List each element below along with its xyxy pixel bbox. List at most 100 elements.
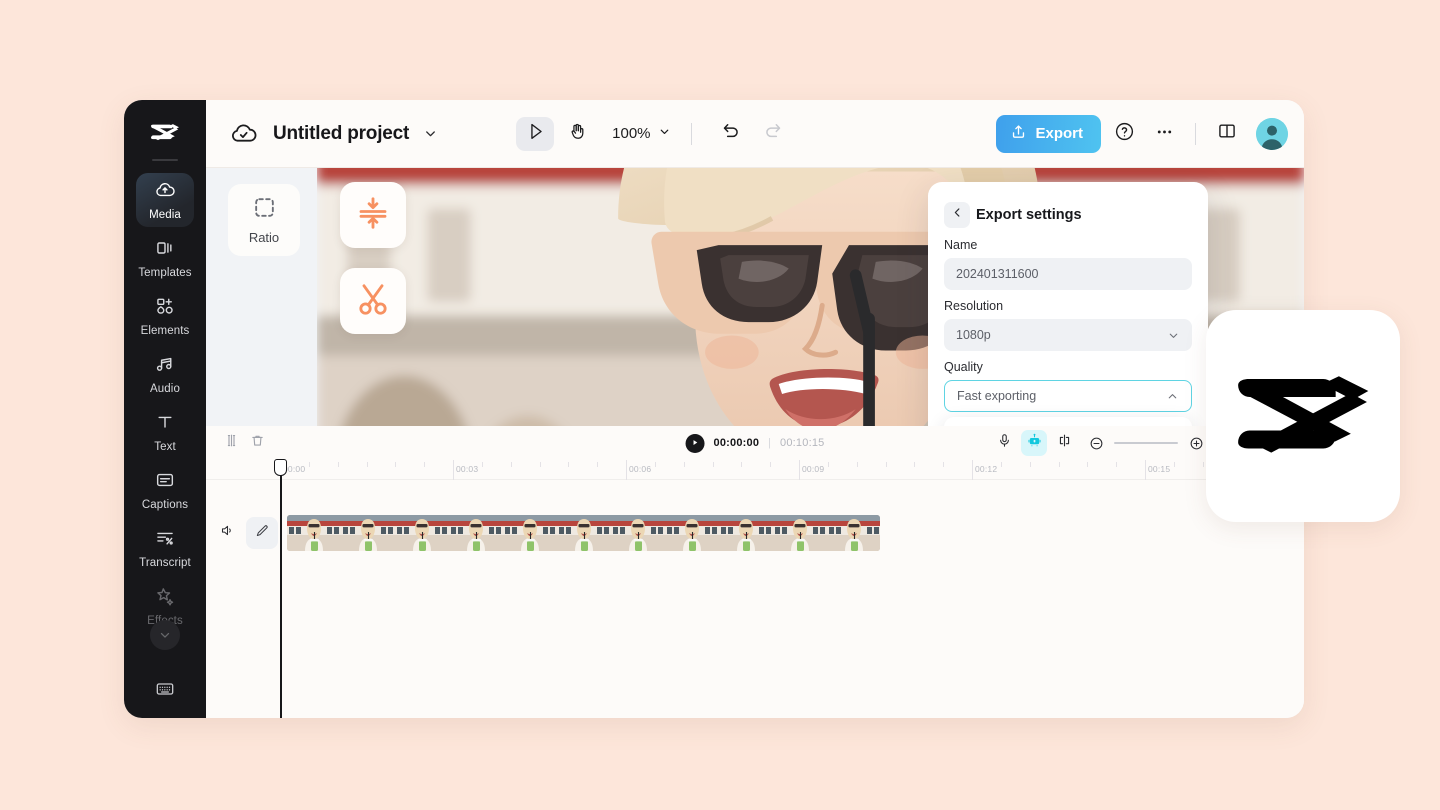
clip-thumbnail <box>827 515 880 551</box>
templates-icon <box>155 238 175 263</box>
header-divider-2 <box>1195 122 1196 145</box>
hand-tool-button[interactable] <box>558 117 596 151</box>
ruler-minor-tick <box>395 462 397 467</box>
ruler-minor-tick <box>943 462 945 467</box>
video-clip[interactable] <box>287 515 880 551</box>
sidebar-collapse-button[interactable] <box>150 620 180 650</box>
text-t-icon <box>155 412 175 437</box>
split-panel-icon <box>1217 121 1237 146</box>
captions-icon <box>155 470 175 495</box>
microphone-icon <box>997 433 1012 453</box>
playhead[interactable] <box>274 459 287 718</box>
play-triangle-icon <box>691 434 700 452</box>
export-button[interactable]: Export <box>996 114 1101 153</box>
ai-robot-icon <box>1027 433 1042 453</box>
mute-track-button[interactable] <box>214 520 240 546</box>
main-column: Untitled project 100% Export Ratio Expor… <box>206 100 1304 718</box>
sidebar-item-text[interactable]: Text <box>136 405 194 459</box>
play-button[interactable] <box>685 433 705 453</box>
question-circle-icon <box>1114 121 1135 147</box>
ruler-major-tick <box>626 460 627 480</box>
page-title: Untitled project <box>273 122 410 144</box>
ruler-minor-tick <box>510 462 512 467</box>
speaker-icon <box>220 523 235 543</box>
ruler-label: 00:03 <box>456 464 479 474</box>
resolution-select[interactable]: 1080p <box>944 319 1192 351</box>
playback-controls: 00:00:00 | 00:10:15 <box>685 433 825 453</box>
timeline-toolbar: 00:00:00 | 00:10:15 <box>206 426 1304 460</box>
ruler-minor-tick <box>885 462 887 467</box>
ruler-label: 00:12 <box>975 464 998 474</box>
quality-value: Fast exporting <box>957 389 1037 403</box>
cut-tool-button[interactable] <box>340 268 406 334</box>
ruler-minor-tick <box>337 462 339 467</box>
chevron-down-icon <box>1167 329 1180 342</box>
sidebar-item-elements[interactable]: Elements <box>136 289 194 343</box>
sidebar-item-transcript[interactable]: Transcript <box>136 521 194 575</box>
sidebar-item-label: Templates <box>138 266 192 279</box>
layout-toggle-button[interactable] <box>1210 117 1244 151</box>
user-avatar[interactable] <box>1256 117 1288 150</box>
timeline-ruler[interactable]: 00:00 00:03 00:06 00:09 00:12 00:15 <box>206 460 1304 480</box>
dashed-square-icon <box>252 195 277 225</box>
cloud-upload-icon <box>155 180 175 205</box>
sidebar-item-media[interactable]: Media <box>136 173 194 227</box>
sidebar-divider <box>152 159 178 161</box>
select-tool-button[interactable] <box>516 116 555 151</box>
ruler-major-tick <box>1145 460 1146 480</box>
sidebar-item-effects[interactable]: Effects <box>136 579 194 650</box>
record-voiceover-button[interactable] <box>991 430 1017 456</box>
split-tool-button[interactable] <box>1051 430 1077 456</box>
quality-option-high[interactable]: High quality <box>944 423 1192 426</box>
name-input[interactable]: 202401311600 <box>944 258 1192 290</box>
sidebar-item-captions[interactable]: Captions <box>136 463 194 517</box>
delete-clip-button[interactable] <box>244 430 270 456</box>
capcut-app-window: Media Templates Elements Audio Text Capt… <box>124 100 1304 718</box>
top-header: Untitled project 100% Export <box>206 100 1304 168</box>
clip-thumbnail <box>557 515 611 551</box>
redo-arrow-icon <box>763 121 783 146</box>
ruler-minor-tick <box>366 462 368 467</box>
cloud-check-icon[interactable] <box>230 120 257 147</box>
ruler-label: 00:00 <box>283 464 306 474</box>
resolution-value: 1080p <box>956 328 991 342</box>
sidebar-item-label: Captions <box>141 498 189 511</box>
fit-to-frame-tool-button[interactable] <box>340 182 406 248</box>
quality-select[interactable]: Fast exporting <box>944 380 1192 412</box>
ratio-button[interactable]: Ratio <box>228 184 300 256</box>
sidebar-item-templates[interactable]: Templates <box>136 231 194 285</box>
split-bracket-icon <box>1057 433 1072 453</box>
header-right: Export <box>996 114 1288 153</box>
more-options-button[interactable] <box>1147 117 1181 151</box>
chevron-down-icon[interactable] <box>423 126 438 141</box>
ruler-minor-tick <box>1202 462 1204 467</box>
zoom-slider-track[interactable] <box>1114 442 1178 444</box>
split-clip-button[interactable] <box>218 430 244 456</box>
redo-button[interactable] <box>754 117 792 151</box>
header-divider <box>690 122 692 145</box>
sidebar-item-label: Audio <box>150 382 180 395</box>
capcut-logo-icon[interactable] <box>150 120 180 149</box>
chevron-down-icon <box>658 125 671 142</box>
ruler-major-tick <box>799 460 800 480</box>
preview-stage: Ratio Export settings Name 202401311600 … <box>206 168 1304 426</box>
timeline[interactable]: 00:00 00:03 00:06 00:09 00:12 00:15 <box>206 459 1304 718</box>
auto-captions-button[interactable] <box>1021 430 1047 456</box>
back-button[interactable] <box>944 202 970 228</box>
help-button[interactable] <box>1107 117 1141 151</box>
sidebar-item-audio[interactable]: Audio <box>136 347 194 401</box>
time-separator: | <box>768 437 772 449</box>
zoom-level-value: 100% <box>612 125 651 142</box>
timeline-zoom-slider[interactable] <box>1083 430 1209 456</box>
zoom-level-selector[interactable]: 100% <box>612 125 670 142</box>
minus-circle-icon[interactable] <box>1083 430 1109 456</box>
edit-clip-button[interactable] <box>246 517 278 549</box>
clip-thumbnail <box>449 515 503 551</box>
undo-button[interactable] <box>712 117 750 151</box>
ruler-minor-tick <box>1087 462 1089 467</box>
upload-share-icon <box>1010 123 1027 144</box>
ruler-minor-tick <box>481 462 483 467</box>
ruler-minor-tick <box>741 462 743 467</box>
ruler-minor-tick <box>770 462 772 467</box>
keyboard-shortcuts-icon[interactable] <box>148 674 182 704</box>
